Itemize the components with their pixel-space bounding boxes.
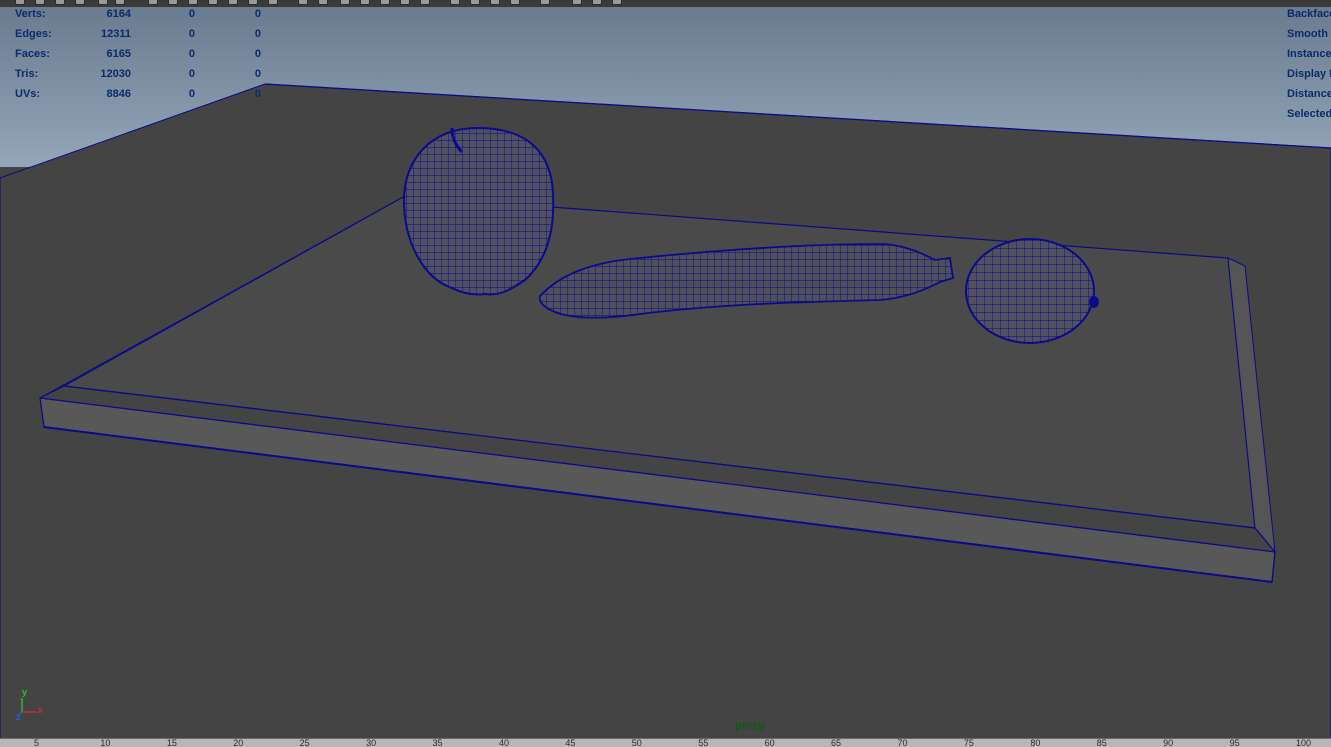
shelf-icon[interactable] — [490, 0, 500, 5]
stat-value: 0 — [254, 68, 261, 80]
shelf-icon[interactable] — [400, 0, 410, 5]
view-axis-gizmo: y x z — [14, 687, 48, 724]
stat-label: Verts: — [15, 8, 46, 20]
stat-value: 12030 — [100, 68, 131, 80]
camera-name-label: persp — [735, 720, 765, 732]
shelf-icon[interactable] — [380, 0, 390, 5]
stat-value: 0 — [188, 28, 195, 40]
stat-value: 0 — [254, 88, 261, 100]
shelf-icon[interactable] — [188, 0, 198, 5]
shelf-icon[interactable] — [168, 0, 178, 5]
hud-display: Display I — [1287, 68, 1331, 80]
stat-value: 0 — [188, 88, 195, 100]
shelf-icon[interactable] — [510, 0, 520, 5]
persp-viewport[interactable]: Verts: 6164 0 0 Edges: 12311 0 0 Faces: … — [0, 7, 1331, 738]
axis-z-label: z — [16, 712, 21, 722]
shelf-icon[interactable] — [540, 0, 550, 5]
stat-value: 0 — [254, 48, 261, 60]
shelf-icon[interactable] — [148, 0, 158, 5]
shelf-icon[interactable] — [15, 0, 25, 5]
shelf-icon[interactable] — [228, 0, 238, 5]
axis-y-label: y — [22, 687, 28, 697]
stat-value: 0 — [254, 8, 261, 20]
axis-x-label: x — [38, 705, 44, 715]
stat-value: 6164 — [106, 8, 131, 20]
shelf-icon[interactable] — [298, 0, 308, 5]
stat-value: 0 — [188, 68, 195, 80]
stat-value: 8846 — [106, 88, 131, 100]
shelf-icon[interactable] — [248, 0, 258, 5]
stat-label: Tris: — [15, 68, 39, 80]
shelf-icon[interactable] — [420, 0, 430, 5]
shelf-icon[interactable] — [592, 0, 602, 5]
scene-geometry — [0, 83, 1331, 738]
shelf-icon[interactable] — [572, 0, 582, 5]
hud-instance: Instance — [1287, 48, 1331, 60]
shelf-icon[interactable] — [98, 0, 108, 5]
shelf-icon[interactable] — [318, 0, 328, 5]
shelf-icon[interactable] — [115, 0, 125, 5]
shelf-icon[interactable] — [75, 0, 85, 5]
shelf-icon[interactable] — [360, 0, 370, 5]
stat-value: 12311 — [101, 28, 131, 40]
hud-smooth: Smooth — [1287, 28, 1328, 40]
shelf-icon[interactable] — [470, 0, 480, 5]
shelf-icon[interactable] — [268, 0, 278, 5]
stat-value: 0 — [254, 28, 261, 40]
stat-label: Faces: — [15, 48, 50, 60]
shelf-icon[interactable] — [208, 0, 218, 5]
shelf-icon[interactable] — [35, 0, 45, 5]
stat-value: 6165 — [106, 48, 131, 60]
stat-value: 0 — [188, 8, 195, 20]
stat-value: 0 — [188, 48, 195, 60]
hud-distance: Distance — [1287, 88, 1331, 100]
shelf-icon[interactable] — [55, 0, 65, 5]
hud-backface: Backface — [1287, 8, 1331, 20]
shelf-icon[interactable] — [340, 0, 350, 5]
hud-selected: Selected — [1287, 108, 1331, 120]
stat-label: Edges: — [15, 28, 52, 40]
stat-label: UVs: — [15, 88, 41, 100]
shelf-icon[interactable] — [450, 0, 460, 5]
shelf-icon[interactable] — [612, 0, 622, 5]
